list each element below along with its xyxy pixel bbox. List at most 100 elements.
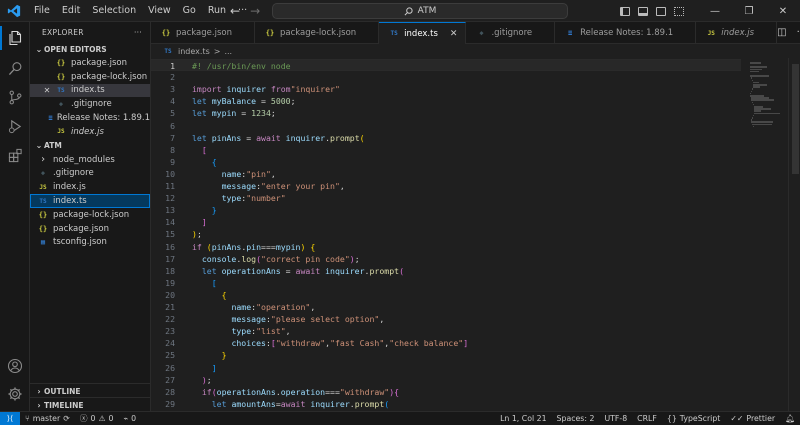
code-line[interactable]: 5 let mypin = 1234; (151, 107, 741, 119)
menu-file[interactable]: File (28, 0, 56, 22)
code-line[interactable]: 3 import inquirer from"inquirer" (151, 83, 741, 95)
menu-run[interactable]: Run (202, 0, 232, 22)
file-item[interactable]: {} package.json (30, 222, 150, 236)
editor-scrollbar[interactable] (788, 58, 800, 411)
settings-gear-icon[interactable] (0, 380, 30, 408)
code-line[interactable]: 27 ); (151, 374, 741, 386)
editor-tab[interactable]: ≡ Release Notes: 1.89.1 (555, 22, 697, 44)
open-editor-item[interactable]: ≡ Release Notes: 1.89.1 (30, 111, 150, 125)
editor-tab[interactable]: TS index.ts ✕ (379, 22, 467, 44)
code-line[interactable]: 7 let pinAns = await inquirer.prompt( (151, 132, 741, 144)
restore-button[interactable]: ❐ (732, 0, 766, 22)
code-line[interactable]: 21 name:"operation", (151, 301, 741, 313)
code-token: , (270, 168, 276, 179)
tab-close-icon[interactable]: ✕ (450, 29, 458, 39)
file-item[interactable]: {} package-lock.json (30, 208, 150, 222)
code-line[interactable]: 12 type:"number" (151, 192, 741, 204)
split-editor-icon[interactable]: ◫ (777, 27, 786, 38)
branch-status[interactable]: ⑂ master ⟳ (20, 414, 75, 423)
code-line[interactable]: 4 let myBalance = 5000; (151, 95, 741, 107)
menu-go[interactable]: Go (177, 0, 202, 22)
breadcrumb-rest[interactable]: ... (224, 47, 232, 56)
code-line[interactable]: 26 ] (151, 362, 741, 374)
code-line[interactable]: 29 let amountAns=await inquirer.prompt( (151, 398, 741, 410)
outline-section[interactable]: › OUTLINE (30, 383, 151, 398)
code-line[interactable]: 13 } (151, 204, 741, 216)
indentation[interactable]: Spaces: 2 (552, 414, 600, 423)
remote-indicator-icon[interactable]: ⟩⟨ (0, 411, 20, 425)
open-editor-item[interactable]: ◆ .gitignore (30, 97, 150, 111)
line-ending[interactable]: CRLF (632, 414, 662, 423)
code-line[interactable]: 19 [ (151, 277, 741, 289)
editor-tab[interactable]: ◆ .gitignore (466, 22, 556, 44)
breadcrumb-file[interactable]: index.ts (178, 47, 210, 56)
code-editor[interactable]: 1 #! /usr/bin/env node 2 3 import inquirer f… (151, 58, 800, 411)
search-sidebar-icon[interactable] (0, 54, 30, 82)
editor-tab[interactable]: {} package.json (151, 22, 255, 44)
code-line[interactable]: 9 { (151, 156, 741, 168)
code-line[interactable]: 16 if (pinAns.pin===mypin) { (151, 241, 741, 253)
menu-edit[interactable]: Edit (56, 0, 86, 22)
editor-tab[interactable]: {} package-lock.json (255, 22, 380, 44)
run-debug-icon[interactable] (0, 112, 30, 140)
code-line[interactable]: 2 (151, 71, 741, 83)
problems-status[interactable]: ⓧ 0 ⚠ 0 (75, 413, 119, 424)
minimize-button[interactable]: — (698, 0, 732, 22)
back-arrow-icon[interactable]: ← (230, 4, 240, 18)
more-actions-icon[interactable]: ··· (797, 27, 800, 38)
minimap[interactable] (744, 58, 788, 411)
explorer-icon[interactable] (0, 24, 30, 52)
timeline-section[interactable]: › TIMELINE (30, 397, 151, 412)
code-line[interactable]: 23 type:"list", (151, 325, 741, 337)
scrollbar-thumb[interactable] (792, 64, 799, 174)
forward-arrow-icon[interactable]: → (250, 4, 260, 18)
file-item[interactable]: TS index.ts (30, 194, 150, 208)
code-line[interactable]: 18 let operationAns = await inquirer.pro… (151, 265, 741, 277)
code-line[interactable]: 11 message:"enter your pin", (151, 180, 741, 192)
account-icon[interactable] (0, 352, 30, 380)
notifications-bell-icon[interactable]: 🔔︎ (780, 414, 800, 423)
code-line[interactable]: 6 (151, 120, 741, 132)
ports-status[interactable]: ⌁ 0 (118, 414, 141, 423)
code-line[interactable]: 15); (151, 228, 741, 240)
file-item[interactable]: ◆ .gitignore (30, 167, 150, 181)
code-line[interactable]: 8 [ (151, 144, 741, 156)
code-line[interactable]: 22 message:"please select option", (151, 313, 741, 325)
editor-tab[interactable]: JS index.js (696, 22, 778, 44)
customize-layout-icon[interactable] (674, 6, 684, 16)
sidebar-more-button[interactable]: ··· (134, 28, 142, 37)
open-editors-header[interactable]: ⌄ OPEN EDITORS (30, 42, 150, 56)
folder-header-atm[interactable]: ⌄ ATM (30, 139, 150, 153)
encoding[interactable]: UTF-8 (599, 414, 632, 423)
language-mode[interactable]: {} TypeScript (662, 414, 725, 423)
menu-view[interactable]: View (142, 0, 177, 22)
source-control-icon[interactable] (0, 83, 30, 111)
code-line[interactable]: 14 ] (151, 216, 741, 228)
toggle-panel-icon[interactable] (638, 6, 648, 16)
open-editor-item[interactable]: {} package.json (30, 56, 150, 70)
toggle-secondary-sidebar-icon[interactable] (656, 6, 666, 16)
file-item[interactable]: ▦ tsconfig.json (30, 236, 150, 250)
code-line[interactable]: 17 console.log("correct pin code"); (151, 253, 741, 265)
line-number: 22 (165, 314, 175, 325)
open-editor-item[interactable]: JS index.js (30, 125, 150, 139)
file-item[interactable]: JS index.js (30, 180, 150, 194)
code-line[interactable]: 28 if(operationAns.operation==="withdraw… (151, 386, 741, 398)
code-line[interactable]: 10 name:"pin", (151, 168, 741, 180)
file-label: index.js (53, 182, 86, 193)
open-editor-item[interactable]: ✕ TS index.ts (30, 83, 150, 98)
close-window-button[interactable]: ✕ (766, 0, 800, 22)
prettier-status[interactable]: ✓✓ Prettier (725, 414, 780, 423)
command-center-search[interactable]: ATM (272, 3, 568, 19)
toggle-sidebar-icon[interactable] (620, 6, 630, 16)
code-line[interactable]: 24 choices:["withdraw","fast Cash","chec… (151, 337, 741, 349)
code-line[interactable]: 1 #! /usr/bin/env node (151, 59, 741, 71)
code-line[interactable]: 20 { (151, 289, 741, 301)
folder-item[interactable]: › node_modules (30, 153, 150, 167)
close-icon[interactable]: ✕ (40, 86, 54, 95)
menu-selection[interactable]: Selection (86, 0, 142, 22)
cursor-position[interactable]: Ln 1, Col 21 (495, 414, 551, 423)
open-editor-item[interactable]: {} package-lock.json (30, 70, 150, 84)
code-line[interactable]: 25 } (151, 349, 741, 361)
extensions-icon[interactable] (0, 141, 30, 169)
